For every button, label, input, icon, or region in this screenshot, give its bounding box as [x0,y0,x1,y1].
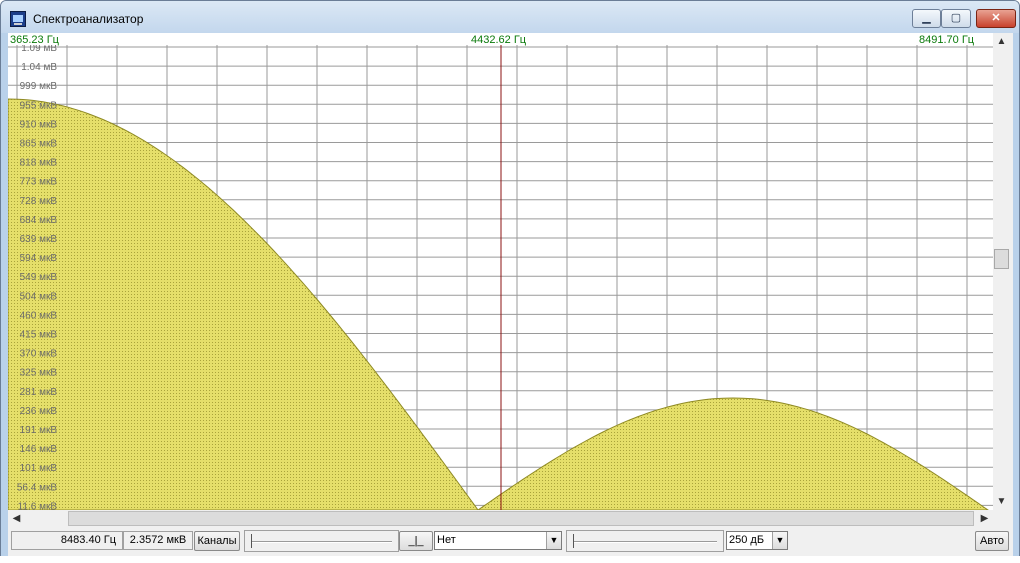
y-axis-label: 549 мкВ [20,272,58,283]
y-axis-label: 370 мкВ [20,349,58,360]
minimize-button[interactable]: ▁ [912,9,941,28]
spectrum-canvas[interactable]: 1.09 мВ1.04 мВ999 мкВ955 мкВ910 мкВ865 м… [8,33,993,510]
y-axis-label: 101 мкВ [20,463,58,474]
status-bar: 8483.40 Гц 2.3572 мкВ Каналы _|_ Нет ▼ 2… [8,529,1013,555]
app-icon[interactable] [10,11,26,27]
db-range-select[interactable]: 250 дБ ▼ [726,531,788,550]
y-axis-label: 728 мкВ [20,196,58,207]
close-button[interactable]: ✕ [976,9,1016,28]
amplitude-readout: 2.3572 мкВ [123,531,193,550]
y-axis-label: 865 мкВ [20,139,58,150]
filter-select[interactable]: Нет ▼ [434,531,562,550]
y-axis-label: 146 мкВ [20,444,58,455]
marker-center-freq: 4432.62 Гц [471,34,527,46]
auto-button[interactable]: Авто [975,531,1009,551]
y-axis-label: 325 мкВ [20,368,58,379]
spectrum-plot[interactable]: 1.09 мВ 1.04 мВ 999 мкВ 955 мкВ 910 мкВ 865 м… [8,33,993,510]
chevron-down-icon[interactable]: ▼ [546,532,561,549]
frequency-readout: 8483.40 Гц [11,531,123,550]
y-axis-label: 818 мкВ [20,158,58,169]
scroll-left-icon[interactable]: ◀ [8,510,25,527]
y-axis-label: 11.6 мкВ [18,501,58,510]
filter-select-value: Нет [437,534,456,546]
marker-right-freq: 8491.70 Гц [919,34,975,46]
horizontal-scroll-thumb[interactable] [68,511,974,526]
y-axis-label: 910 мкВ [20,119,58,130]
y-axis-label: 56.4 мкВ [17,482,57,493]
y-axis-label: 594 мкВ [20,253,58,264]
y-axis-label: 191 мкВ [20,425,58,436]
range-slider-track [573,541,717,543]
y-axis-label: 236 мкВ [20,406,58,417]
title-bar[interactable]: Спектроанализатор ▁ ▢ ✕ [1,1,1019,33]
marker-left-freq: 365.23 Гц [10,34,60,46]
y-axis-label: 999 мкВ [20,81,58,92]
y-axis-label: 684 мкВ [20,215,58,226]
y-axis-label: 415 мкВ [20,330,58,341]
spectrum-window: Спектроанализатор ▁ ▢ ✕ 1.09 мВ 1.04 мВ 99… [0,0,1020,563]
y-axis-label: 504 мкВ [20,291,58,302]
vertical-scrollbar[interactable]: ▲ ▼ [993,33,1010,510]
range-slider-handle[interactable] [573,534,578,548]
y-axis-label: 639 мкВ [20,234,58,245]
channels-button[interactable]: Каналы [194,531,240,551]
client-area: 1.09 мВ 1.04 мВ 999 мкВ 955 мкВ 910 мкВ 865 м… [8,33,1013,557]
gain-slider-handle[interactable] [251,534,256,548]
range-slider[interactable] [566,530,724,552]
y-axis-label: 955 мкВ [20,100,58,111]
chevron-down-icon[interactable]: ▼ [772,532,787,549]
scroll-right-icon[interactable]: ▶ [976,510,993,527]
vertical-scroll-thumb[interactable] [994,249,1009,269]
window-title: Спектроанализатор [33,12,144,26]
y-axis-label: 281 мкВ [20,387,58,398]
mode-button[interactable]: _|_ [399,531,433,551]
scroll-down-icon[interactable]: ▼ [993,493,1010,510]
y-axis-label: 460 мкВ [20,310,58,321]
scroll-up-icon[interactable]: ▲ [993,33,1010,50]
db-range-value: 250 дБ [729,534,765,546]
below-window-area [0,556,1020,563]
gain-slider-track [251,541,392,543]
gain-slider[interactable] [244,530,399,552]
horizontal-scrollbar[interactable]: ◀ ▶ [8,510,993,527]
maximize-button[interactable]: ▢ [941,9,971,28]
y-axis-label: 773 мкВ [20,177,58,188]
y-axis-label: 1.04 мВ [21,62,57,73]
